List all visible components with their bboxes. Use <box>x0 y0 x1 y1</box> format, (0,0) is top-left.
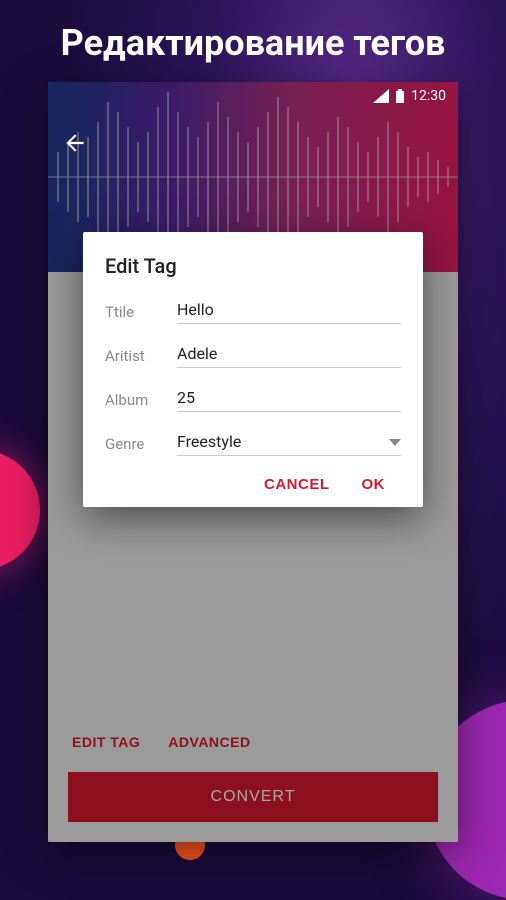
artist-label: Aritist <box>105 347 177 365</box>
album-label: Album <box>105 391 177 409</box>
title-label: Ttile <box>105 303 177 321</box>
cancel-button[interactable]: CANCEL <box>264 476 330 493</box>
page-title: Редактирование тегов <box>0 0 506 82</box>
chevron-down-icon <box>389 432 401 451</box>
genre-row: Genre Freestyle <box>105 432 401 456</box>
title-row: Ttile Hello <box>105 300 401 324</box>
album-input[interactable]: 25 <box>177 388 401 412</box>
bg-accent-circle <box>0 450 40 570</box>
arrow-left-icon <box>62 130 88 156</box>
battery-icon <box>395 89 405 103</box>
edit-tag-dialog: Edit Tag Ttile Hello Aritist Adele Album… <box>83 232 423 507</box>
status-bar: 12:30 <box>48 82 458 104</box>
status-time: 12:30 <box>411 88 446 104</box>
dialog-title: Edit Tag <box>105 254 401 278</box>
signal-icon <box>373 89 389 103</box>
album-value: 25 <box>177 388 401 407</box>
artist-input[interactable]: Adele <box>177 344 401 368</box>
artist-row: Aritist Adele <box>105 344 401 368</box>
modal-backdrop[interactable]: Edit Tag Ttile Hello Aritist Adele Album… <box>48 82 458 842</box>
title-value: Hello <box>177 300 401 319</box>
ok-button[interactable]: OK <box>362 476 386 493</box>
genre-value: Freestyle <box>177 432 389 451</box>
phone-frame: 12:30 EDIT TAG ADVANCED CONVERT Edit Tag… <box>48 82 458 842</box>
artist-value: Adele <box>177 344 401 363</box>
back-button[interactable] <box>62 130 88 160</box>
genre-select[interactable]: Freestyle <box>177 432 401 456</box>
title-input[interactable]: Hello <box>177 300 401 324</box>
album-row: Album 25 <box>105 388 401 412</box>
genre-label: Genre <box>105 435 177 453</box>
